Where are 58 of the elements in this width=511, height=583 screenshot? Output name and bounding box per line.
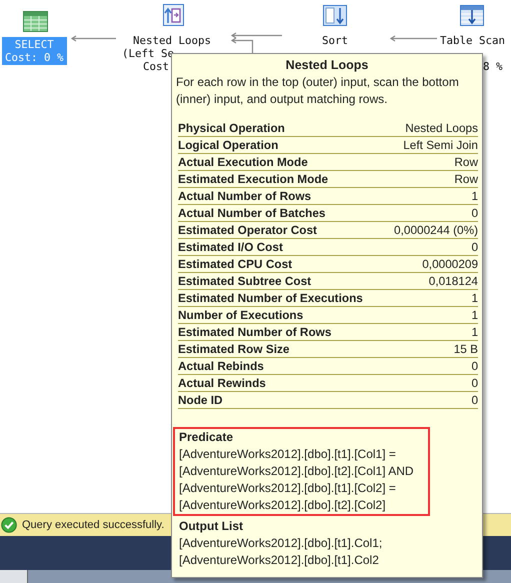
property-value: 0 (471, 375, 478, 391)
property-value: Row (454, 171, 478, 187)
property-name: Actual Rebinds (178, 358, 264, 374)
section-line: [AdventureWorks2012].[dbo].[t1].Col1; (179, 535, 382, 552)
check-circle-icon (1, 517, 17, 533)
property-name: Estimated CPU Cost (178, 256, 292, 272)
property-name: Logical Operation (178, 137, 278, 153)
section-heading: Predicate (179, 429, 234, 446)
section-line: [AdventureWorks2012].[dbo].[t2].[Col2] (179, 497, 387, 514)
property-value: 0,0000209 (422, 256, 478, 272)
property-value: 0 (471, 239, 478, 255)
property-name: Estimated Number of Executions (178, 290, 363, 306)
property-value: 1 (471, 188, 478, 204)
property-value: 15 B (454, 341, 478, 357)
property-name: Actual Rewinds (178, 375, 266, 391)
plan-node-label[interactable]: Sort (322, 34, 348, 47)
section-line: [AdventureWorks2012].[dbo].[t1].[Col2] = (179, 480, 397, 497)
property-value: 0,0000244 (0%) (394, 222, 478, 238)
property-name: Actual Number of Rows (178, 188, 312, 204)
property-value: 1 (471, 290, 478, 306)
tooltip-description: For each row in the top (outer) input, scan the bottom (inner) input, and output matching rows. (176, 74, 460, 108)
section-line: [AdventureWorks2012].[dbo].[t1].Col2 (179, 552, 380, 569)
property-name: Actual Execution Mode (178, 154, 308, 170)
plan-node-detail: 8 % (483, 60, 503, 73)
plan-node-label[interactable]: Nested Loops (133, 34, 212, 47)
property-value: 1 (471, 307, 478, 323)
section-heading: Output List (179, 518, 244, 535)
section-line: [AdventureWorks2012].[dbo].[t2].[Col1] AND (179, 463, 414, 480)
plan-node-detail: Cost (143, 60, 170, 73)
property-name: Estimated Number of Rows (178, 324, 332, 340)
sort-icon (323, 5, 347, 26)
property-name: Number of Executions (178, 307, 304, 323)
property-value: 1 (471, 324, 478, 340)
property-value: 0,018124 (428, 273, 478, 289)
property-name: Estimated Row Size (178, 341, 290, 357)
table-grid-icon (23, 11, 48, 32)
property-value: 0 (471, 358, 478, 374)
property-value: 0 (471, 205, 478, 221)
section-line: [AdventureWorks2012].[dbo].[t1].[Col1] = (179, 446, 397, 463)
loop-icon (163, 4, 184, 26)
property-name: Actual Number of Batches (178, 205, 326, 221)
property-value: Left Semi Join (403, 137, 478, 153)
property-value: 0 (471, 392, 478, 408)
property-name: Estimated Operator Cost (178, 222, 317, 238)
status-text: Query executed successfully. (22, 519, 164, 531)
property-name: Estimated I/O Cost (178, 239, 283, 255)
plan-node-label[interactable]: Table Scan (440, 34, 506, 47)
tooltip-title: Nested Loops (284, 57, 370, 74)
property-value: Nested Loops (405, 120, 478, 136)
flow-arrow (390, 35, 437, 42)
property-value: Row (454, 154, 478, 170)
property-name: Node ID (178, 392, 223, 408)
flow-arrow (71, 35, 116, 42)
tab[interactable] (0, 570, 28, 583)
property-name: Estimated Subtree Cost (178, 273, 312, 289)
property-name: Estimated Execution Mode (178, 171, 328, 187)
property-name: Physical Operation (178, 120, 285, 136)
table-scan-icon (460, 5, 484, 26)
